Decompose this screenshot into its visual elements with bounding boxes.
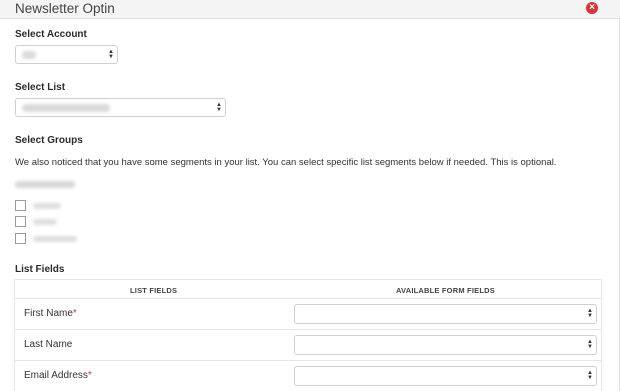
close-circle-icon[interactable]: × [586, 2, 598, 14]
panel-header: Newsletter Optin × [0, 0, 620, 19]
select-groups-label: Select Groups [15, 135, 83, 146]
updown-arrows-icon: ▲ ▼ [108, 49, 114, 60]
select-list-label: Select List [15, 82, 66, 93]
updown-arrows-icon: ▲ ▼ [587, 339, 593, 350]
group-label-redacted [33, 236, 77, 242]
updown-arrows-icon: ▲ ▼ [216, 102, 222, 113]
column-header-available-form-fields: AVAILABLE FORM FIELDS [396, 286, 495, 295]
list-fields-label: List Fields [15, 264, 65, 275]
panel-title: Newsletter Optin [15, 1, 115, 16]
updown-arrows-icon: ▲ ▼ [587, 308, 593, 319]
required-marker: * [87, 370, 92, 381]
form-field-select[interactable]: ▲ ▼ [294, 304, 597, 324]
required-marker: * [72, 308, 77, 319]
form-field-select[interactable]: ▲ ▼ [294, 366, 597, 386]
account-select[interactable]: ▲ ▼ [15, 45, 118, 64]
column-header-list-fields: LIST FIELDS [130, 286, 178, 295]
newsletter-optin-panel: Newsletter Optin × Select Account ▲ ▼ Sel… [0, 0, 620, 391]
checkbox[interactable] [15, 200, 26, 211]
updown-arrows-icon: ▲ ▼ [587, 370, 593, 381]
field-label: Email Address* [24, 370, 92, 381]
account-value-redacted [22, 51, 36, 59]
list-fields-table: LIST FIELDS AVAILABLE FORM FIELDS First … [14, 279, 602, 391]
field-label: Last Name [24, 339, 73, 350]
groups-description: We also noticed that you have some segme… [15, 157, 557, 168]
group-label-redacted [33, 203, 61, 209]
checkbox[interactable] [15, 233, 26, 244]
table-row: Last Name ▲ ▼ [15, 329, 601, 360]
checkbox[interactable] [15, 216, 26, 227]
list-value-redacted [22, 104, 110, 112]
table-row: Email Address* ▲ ▼ [15, 360, 601, 391]
list-select[interactable]: ▲ ▼ [15, 98, 226, 117]
group-title-redacted [15, 181, 75, 188]
table-row: First Name* ▲ ▼ [15, 298, 601, 329]
form-field-select[interactable]: ▲ ▼ [294, 335, 597, 355]
group-label-redacted [33, 219, 57, 225]
field-label: First Name* [24, 308, 77, 319]
select-account-label: Select Account [15, 29, 87, 40]
